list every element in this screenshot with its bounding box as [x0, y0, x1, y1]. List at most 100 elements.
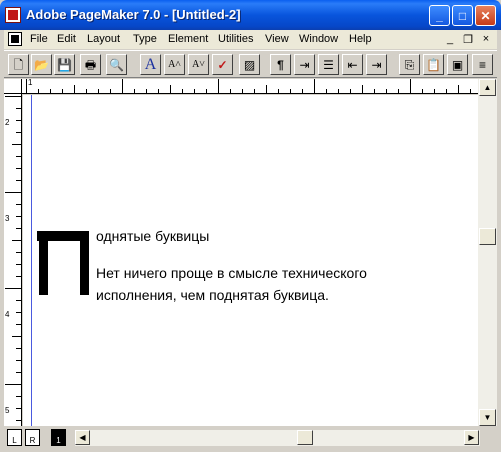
page-1-icon[interactable]: 1 — [51, 429, 66, 446]
document-minimize-button[interactable]: _ — [443, 33, 457, 45]
document-close-button[interactable]: × — [479, 33, 493, 45]
heading-text[interactable]: однятые буквицы — [96, 228, 209, 244]
fill-stroke-icon[interactable]: ▨ — [239, 54, 260, 75]
ruler-tick — [16, 360, 21, 361]
menu-utilities[interactable]: Utilities — [218, 33, 253, 45]
paragraph-icon[interactable]: ¶ — [270, 54, 291, 75]
ruler-tick — [16, 132, 21, 133]
increase-font-icon[interactable]: A˄ — [164, 54, 185, 75]
ruler-tick — [5, 384, 21, 385]
menu-layout[interactable]: Layout — [87, 33, 120, 45]
main-toolbar: 🗋 📂 💾 🖶 🔍 A A˄ A˅ ✓ ▨ ¶ ⇥ ☰ ⇤ ⇥ ⎘ 📋 ▣ ≡ — [4, 50, 497, 78]
bullets-icon[interactable]: ☰ — [318, 54, 339, 75]
margin-guide — [31, 95, 32, 426]
page-navigation-bar: L R 1 ◀ ▶ — [4, 427, 497, 447]
document-canvas[interactable]: однятые буквицы Нет ничего проще в смысл… — [23, 95, 478, 426]
ruler-origin[interactable] — [4, 79, 22, 94]
ruler-label-4: 4 — [5, 310, 10, 319]
indents-tabs-icon[interactable]: ⇥ — [294, 54, 315, 75]
ruler-tick — [218, 79, 219, 93]
menu-file[interactable]: File — [30, 33, 48, 45]
maximize-button[interactable]: □ — [452, 5, 473, 26]
ruler-tick — [458, 85, 459, 93]
ruler-tick — [470, 89, 471, 93]
document-window-icon[interactable] — [8, 32, 22, 46]
menu-view[interactable]: View — [265, 33, 289, 45]
ruler-tick — [446, 89, 447, 93]
new-icon[interactable]: 🗋 — [8, 54, 29, 75]
ruler-tick — [5, 192, 21, 193]
increase-indent-icon[interactable]: ⇥ — [366, 54, 387, 75]
ruler-tick — [16, 408, 21, 409]
ruler-tick — [290, 89, 291, 93]
spelling-icon[interactable]: ✓ — [212, 54, 233, 75]
horizontal-scroll-thumb[interactable] — [297, 430, 313, 445]
copy-icon[interactable]: ⎘ — [399, 54, 420, 75]
paste-icon[interactable]: 📋 — [423, 54, 444, 75]
save-icon[interactable]: 💾 — [54, 54, 75, 75]
ruler-tick — [350, 89, 351, 93]
drop-cap-letter[interactable] — [37, 231, 89, 295]
ruler-tick — [12, 144, 21, 145]
ruler-tick — [16, 372, 21, 373]
scroll-right-icon[interactable]: ▶ — [464, 430, 479, 445]
ruler-tick — [410, 79, 411, 93]
ruler-tick — [38, 89, 39, 93]
left-master-page-icon[interactable]: L — [7, 429, 22, 446]
place-icon[interactable]: ▣ — [447, 54, 468, 75]
decrease-indent-icon[interactable]: ⇤ — [342, 54, 363, 75]
ruler-tick — [16, 120, 21, 121]
horizontal-scrollbar[interactable]: ◀ ▶ — [75, 430, 480, 446]
ruler-tick — [12, 336, 21, 337]
ruler-tick — [74, 85, 75, 93]
find-icon[interactable]: 🔍 — [106, 54, 127, 75]
pagemaker-app-icon[interactable] — [5, 7, 21, 23]
ruler-label-1: 1 — [28, 79, 33, 87]
ruler-tick — [12, 240, 21, 241]
ruler-tick — [122, 79, 123, 93]
menu-bar: File Edit Layout Type Element Utilities … — [4, 30, 497, 49]
horizontal-ruler[interactable]: 1 — [22, 79, 497, 94]
ruler-tick — [182, 89, 183, 93]
close-button[interactable]: ✕ — [475, 5, 496, 26]
minimize-button[interactable]: _ — [429, 5, 450, 26]
ruler-tick — [314, 79, 315, 93]
body-text-line-1[interactable]: Нет ничего проще в смысле технического — [96, 265, 367, 281]
vertical-scroll-thumb[interactable] — [479, 228, 496, 245]
ruler-tick — [16, 252, 21, 253]
menu-help[interactable]: Help — [349, 33, 372, 45]
menu-type[interactable]: Type — [133, 33, 157, 45]
decrease-font-icon[interactable]: A˅ — [188, 54, 209, 75]
open-icon[interactable]: 📂 — [31, 54, 52, 75]
menu-element[interactable]: Element — [168, 33, 208, 45]
character-format-icon[interactable]: A — [140, 54, 161, 75]
scroll-up-icon[interactable]: ▲ — [479, 79, 496, 96]
scroll-down-icon[interactable]: ▼ — [479, 409, 496, 426]
ruler-tick — [5, 288, 21, 289]
ruler-tick — [206, 89, 207, 93]
ruler-tick — [278, 89, 279, 93]
title-bar[interactable]: Adobe PageMaker 7.0 - [Untitled-2] _ □ ✕ — [0, 0, 501, 30]
ruler-tick — [16, 348, 21, 349]
right-master-page-icon[interactable]: R — [25, 429, 40, 446]
document-restore-button[interactable]: ❐ — [461, 33, 475, 46]
ruler-tick — [26, 79, 27, 93]
ruler-tick — [16, 396, 21, 397]
more-icon[interactable]: ≡ — [472, 54, 493, 75]
ruler-label-3: 3 — [5, 214, 10, 223]
menu-window[interactable]: Window — [299, 33, 338, 45]
print-icon[interactable]: 🖶 — [80, 54, 101, 75]
ruler-tick — [98, 89, 99, 93]
ruler-tick — [230, 89, 231, 93]
menu-edit[interactable]: Edit — [57, 33, 76, 45]
ruler-tick — [62, 89, 63, 93]
ruler-tick — [110, 89, 111, 93]
scroll-left-icon[interactable]: ◀ — [75, 430, 90, 445]
vertical-scrollbar[interactable]: ▲ ▼ — [478, 79, 497, 426]
ruler-tick — [16, 108, 21, 109]
ruler-tick — [374, 89, 375, 93]
ruler-tick — [170, 85, 171, 93]
body-text-line-2[interactable]: исполнения, чем поднятая буквица. — [96, 287, 329, 303]
ruler-tick — [5, 96, 21, 97]
vertical-ruler[interactable]: 2 3 4 5 — [4, 94, 22, 426]
